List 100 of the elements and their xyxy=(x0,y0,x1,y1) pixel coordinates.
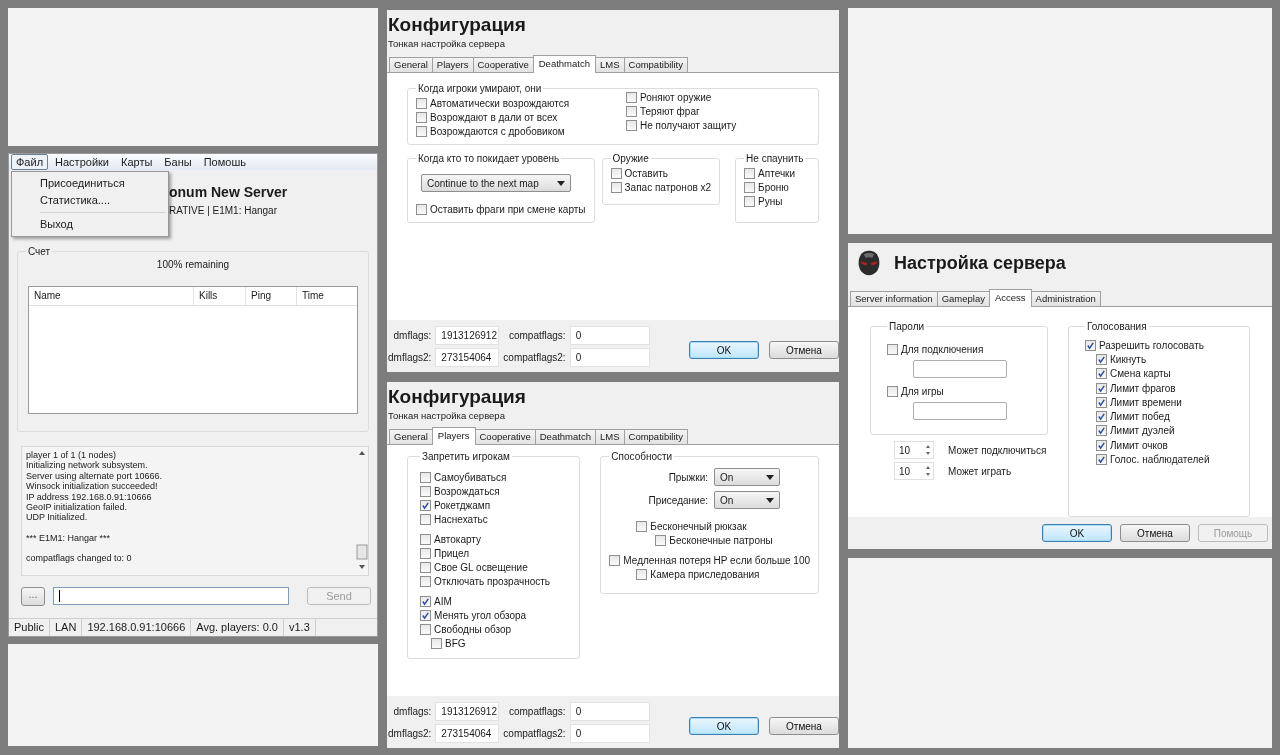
checkbox[interactable] xyxy=(744,167,756,179)
input-field[interactable]: 0 xyxy=(569,701,650,721)
checkbox[interactable] xyxy=(1085,339,1096,351)
dialog-button[interactable]: Отмена xyxy=(769,717,839,735)
checkbox[interactable] xyxy=(420,609,431,621)
menu-item[interactable]: Помошь xyxy=(198,154,251,170)
checkbox-label: BFG xyxy=(445,637,466,649)
tab[interactable]: Deathmatch xyxy=(534,429,596,444)
menu-item[interactable]: Файл xyxy=(11,154,49,170)
dropdown[interactable]: On xyxy=(714,468,780,486)
checkbox[interactable] xyxy=(420,471,431,483)
checkbox[interactable] xyxy=(420,623,431,635)
dialog-button[interactable]: OK xyxy=(689,341,759,359)
log-line: compatflags changed to: 0 xyxy=(26,553,133,564)
checkbox[interactable] xyxy=(1096,411,1107,423)
tab[interactable]: Compatibility xyxy=(623,57,688,72)
tab[interactable]: Players xyxy=(431,427,476,445)
more-button[interactable]: ... xyxy=(21,586,45,606)
checkbox[interactable] xyxy=(1096,439,1107,451)
checkbox[interactable] xyxy=(887,343,898,355)
input-field[interactable]: 0 xyxy=(569,325,650,345)
tab[interactable]: Players xyxy=(431,57,474,72)
checkbox[interactable] xyxy=(1096,382,1107,394)
dialog-button[interactable]: Отмена xyxy=(1120,524,1190,542)
input-field[interactable]: 273154064 xyxy=(435,347,500,367)
checkbox[interactable] xyxy=(416,111,427,123)
checkbox[interactable] xyxy=(1096,425,1107,437)
checkbox[interactable] xyxy=(416,125,427,137)
checkbox[interactable] xyxy=(626,119,637,131)
checkbox[interactable] xyxy=(626,91,637,103)
checkbox[interactable] xyxy=(420,561,431,573)
input-field[interactable]: 0 xyxy=(569,723,650,743)
checkbox[interactable] xyxy=(420,575,431,587)
status-field: v1.3 xyxy=(284,619,316,636)
checkbox[interactable] xyxy=(416,203,427,215)
tab[interactable]: General xyxy=(389,429,433,444)
tab[interactable]: Compatibility xyxy=(623,429,688,444)
dialog-button[interactable]: OK xyxy=(1042,524,1112,542)
spin-field[interactable]: 10 xyxy=(894,462,934,480)
checkbox[interactable] xyxy=(610,181,622,193)
input-field[interactable]: 0 xyxy=(569,347,650,367)
checkbox[interactable] xyxy=(887,385,898,397)
column-header[interactable]: Kills xyxy=(194,287,246,305)
checkbox[interactable] xyxy=(431,637,442,649)
checkbox[interactable] xyxy=(744,181,756,193)
checkbox-label: Разрешить голосовать xyxy=(1099,339,1204,351)
checkbox[interactable] xyxy=(626,105,637,117)
tab[interactable]: Access xyxy=(988,289,1032,307)
tab[interactable]: General xyxy=(389,57,433,72)
column-header[interactable]: Name xyxy=(29,287,194,305)
password-field[interactable] xyxy=(913,360,1007,378)
dialog-button[interactable]: OK xyxy=(689,717,759,735)
input-field[interactable]: 273154064 xyxy=(435,723,500,743)
dropdown[interactable]: On xyxy=(714,491,780,509)
checkbox[interactable] xyxy=(1096,368,1107,380)
tab[interactable]: LMS xyxy=(594,429,625,444)
dialog-button[interactable]: Отмена xyxy=(769,341,839,359)
caret-icon xyxy=(557,180,565,186)
checkbox[interactable] xyxy=(416,97,427,109)
field-label: dmflags2: xyxy=(388,351,432,363)
field-label: compatflags: xyxy=(507,705,566,717)
checkbox[interactable] xyxy=(420,513,431,525)
checkbox[interactable] xyxy=(609,554,621,566)
tab[interactable]: Cooperative xyxy=(472,57,534,72)
column-header[interactable]: Time xyxy=(297,287,357,305)
tab[interactable]: LMS xyxy=(594,57,625,72)
checkbox[interactable] xyxy=(636,568,648,580)
checkbox[interactable] xyxy=(420,595,431,607)
command-field[interactable] xyxy=(53,587,289,605)
checkbox[interactable] xyxy=(610,167,622,179)
input-field[interactable]: 1913126912 xyxy=(435,325,500,345)
tab[interactable]: Deathmatch xyxy=(532,55,596,73)
checkbox[interactable] xyxy=(420,499,431,511)
checkbox[interactable] xyxy=(420,485,431,497)
checkbox[interactable] xyxy=(420,533,431,545)
menu-entry[interactable]: Выход xyxy=(12,216,168,233)
menu-entry[interactable]: Статистика.... xyxy=(12,192,168,209)
tab[interactable]: Administration xyxy=(1030,291,1101,306)
tab[interactable]: Gameplay xyxy=(936,291,990,306)
menu-item[interactable]: Настройки xyxy=(50,154,114,170)
spin-field[interactable]: 10 xyxy=(894,441,934,459)
column-header[interactable]: Ping xyxy=(246,287,297,305)
checkbox[interactable] xyxy=(655,534,667,546)
menu-item[interactable]: Карты xyxy=(116,154,158,170)
tab[interactable]: Cooperative xyxy=(474,429,536,444)
tab[interactable]: Server information xyxy=(850,291,938,306)
dropdown[interactable]: Continue to the next map xyxy=(421,174,571,192)
checkbox-label: Теряют фраг xyxy=(640,105,700,117)
checkbox[interactable] xyxy=(1096,353,1107,365)
checkbox[interactable] xyxy=(420,547,431,559)
checkbox[interactable] xyxy=(1096,396,1107,408)
caret-icon xyxy=(766,497,774,503)
checkbox-label: Камера приследования xyxy=(650,568,760,580)
input-field[interactable]: 1913126912 xyxy=(435,701,500,721)
menu-item[interactable]: Баны xyxy=(159,154,197,170)
checkbox[interactable] xyxy=(744,195,756,207)
menu-entry[interactable]: Присоединиться xyxy=(12,175,168,192)
checkbox[interactable] xyxy=(1096,454,1107,465)
checkbox[interactable] xyxy=(636,520,648,532)
password-field[interactable] xyxy=(913,402,1007,420)
